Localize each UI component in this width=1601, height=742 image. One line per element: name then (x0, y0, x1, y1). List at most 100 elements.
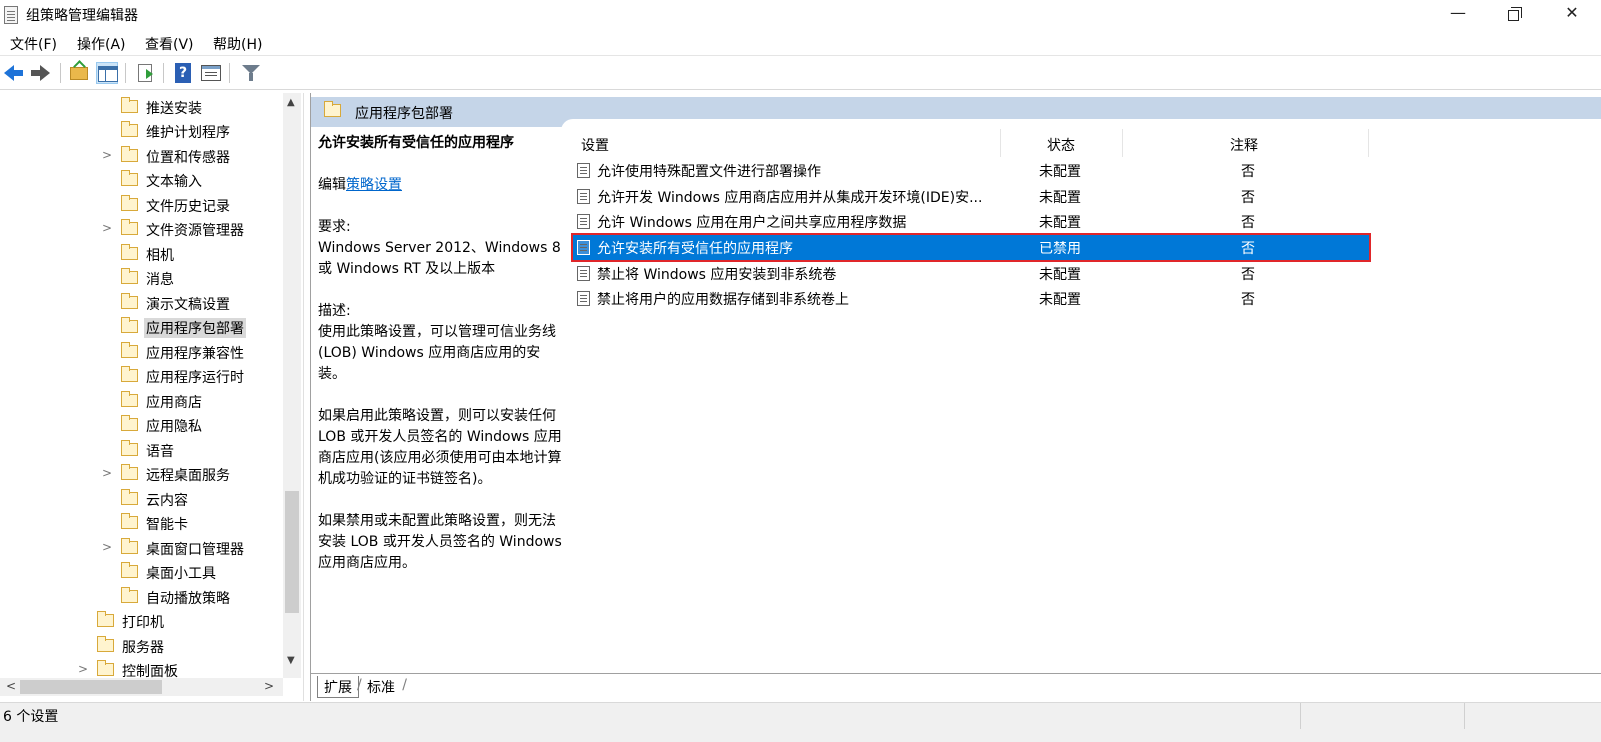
tree-item[interactable]: 应用商店 (100, 389, 303, 413)
tree-item[interactable]: 演示文稿设置 (100, 291, 303, 315)
edit-policy-link[interactable]: 策略设置 (346, 177, 402, 193)
help-button[interactable]: ? (172, 62, 194, 84)
tree-item[interactable]: 应用程序兼容性 (100, 340, 303, 364)
column-divider[interactable] (1368, 129, 1369, 157)
policy-row[interactable]: 允许使用特殊配置文件进行部署操作 未配置 否 (573, 158, 1369, 183)
policy-name: 允许开发 Windows 应用商店应用并从集成开发环境(IDE)安... (597, 190, 983, 206)
folder-icon (121, 121, 138, 137)
tab-standard[interactable]: 标准 (357, 676, 407, 698)
column-header-setting[interactable]: 设置 (581, 135, 609, 155)
toolbar: ? (0, 57, 1601, 90)
maximize-button[interactable] (1490, 0, 1536, 30)
menu-file[interactable]: 文件(F) (10, 34, 57, 54)
column-divider[interactable] (1122, 129, 1123, 157)
column-header-comment[interactable]: 注释 (1230, 135, 1258, 155)
scroll-thumb[interactable] (285, 491, 299, 613)
forward-button[interactable] (30, 62, 52, 84)
tree-item[interactable]: > 远程桌面服务 (100, 462, 303, 486)
tree-item[interactable]: 应用隐私 (100, 413, 303, 437)
tree-item[interactable]: 打印机 (76, 609, 296, 633)
title-bar: 组策略管理编辑器 — ✕ (0, 0, 1601, 30)
folder-icon (97, 660, 114, 676)
menu-action[interactable]: 操作(A) (77, 34, 126, 54)
tree-item-label: 云内容 (146, 493, 188, 509)
tree-item-selected[interactable]: 应用程序包部署 (100, 315, 303, 339)
tree-horizontal-scrollbar[interactable]: < > (0, 678, 283, 696)
folder-icon (121, 195, 138, 211)
tree-item[interactable]: 文件历史记录 (100, 193, 303, 217)
tree-item[interactable]: 桌面小工具 (100, 560, 303, 584)
policy-state: 已禁用 (1039, 241, 1081, 257)
tree-item[interactable]: 文本输入 (100, 168, 303, 192)
up-one-level-button[interactable] (68, 62, 90, 84)
extended-description: 允许安装所有受信任的应用程序 编辑策略设置 要求: Windows Server… (318, 133, 568, 574)
details-pane: 应用程序包部署 允许安装所有受信任的应用程序 编辑策略设置 要求: Window… (310, 93, 1601, 701)
tree-item[interactable]: 自动播放策略 (100, 585, 303, 609)
export-list-button[interactable] (135, 62, 157, 84)
policy-name: 禁止将 Windows 应用安装到非系统卷 (597, 267, 837, 283)
tree-vertical-scrollbar[interactable]: ▲ ▼ (283, 93, 301, 678)
description-paragraph: 如果启用此策略设置，则可以安装任何 LOB 或开发人员签名的 Windows 应… (318, 408, 562, 487)
tree-item[interactable]: 相机 (100, 242, 303, 266)
column-divider[interactable] (1000, 129, 1001, 157)
folder-icon (121, 244, 138, 260)
policy-comment: 否 (1241, 215, 1255, 231)
folder-icon (121, 415, 138, 431)
tree-item-label: 语音 (146, 444, 174, 460)
tree-item[interactable]: > 桌面窗口管理器 (100, 536, 303, 560)
expand-chevron-icon[interactable]: > (102, 540, 112, 554)
folder-icon (121, 342, 138, 358)
expand-chevron-icon[interactable]: > (102, 221, 112, 235)
scroll-left-icon[interactable]: < (6, 679, 16, 693)
folder-icon (97, 636, 114, 652)
folder-icon (121, 219, 138, 235)
tree-item[interactable]: 推送安装 (100, 95, 303, 119)
policy-name: 允许安装所有受信任的应用程序 (597, 241, 793, 257)
tree-item[interactable]: 消息 (100, 266, 303, 290)
minimize-button[interactable]: — (1435, 0, 1481, 30)
pane-header-title: 应用程序包部署 (355, 106, 453, 122)
scroll-up-icon[interactable]: ▲ (287, 97, 295, 108)
tree-item-label: 应用程序运行时 (146, 370, 244, 386)
show-hide-tree-button[interactable] (96, 62, 118, 84)
tree-item-label: 智能卡 (146, 517, 188, 533)
forward-arrow-icon (31, 65, 50, 81)
policy-row[interactable]: 禁止将用户的应用数据存储到非系统卷上 未配置 否 (573, 286, 1369, 311)
menu-view[interactable]: 查看(V) (145, 34, 194, 54)
policy-row[interactable]: 允许 Windows 应用在用户之间共享应用程序数据 未配置 否 (573, 209, 1369, 234)
policy-setting-icon (577, 291, 590, 306)
properties-button[interactable] (200, 62, 222, 84)
policy-comment: 否 (1241, 164, 1255, 180)
tree-item[interactable]: 服务器 (76, 634, 296, 658)
tree-item[interactable]: 语音 (100, 438, 303, 462)
scroll-thumb[interactable] (20, 680, 162, 694)
tree-item-label: 远程桌面服务 (146, 468, 230, 484)
tree-item[interactable]: 云内容 (100, 487, 303, 511)
tree-item[interactable]: > 文件资源管理器 (100, 217, 303, 241)
policy-state: 未配置 (1039, 215, 1081, 231)
tree-item-label: 服务器 (122, 640, 164, 656)
restore-icon (1507, 7, 1522, 21)
tree-item[interactable]: > 位置和传感器 (100, 144, 303, 168)
policy-row[interactable]: 禁止将 Windows 应用安装到非系统卷 未配置 否 (573, 261, 1369, 286)
back-button[interactable] (4, 62, 26, 84)
policy-name: 允许使用特殊配置文件进行部署操作 (597, 164, 821, 180)
policy-comment: 否 (1241, 241, 1255, 257)
tree-item[interactable]: 智能卡 (100, 511, 303, 535)
tree-item[interactable]: 维护计划程序 (100, 119, 303, 143)
expand-chevron-icon[interactable]: > (102, 466, 112, 480)
folder-icon (121, 366, 138, 382)
column-header-state[interactable]: 状态 (1047, 135, 1075, 155)
pane-header: 应用程序包部署 (311, 97, 1601, 131)
expand-chevron-icon[interactable]: > (102, 148, 112, 162)
scroll-right-icon[interactable]: > (264, 679, 274, 693)
policy-row[interactable]: 允许开发 Windows 应用商店应用并从集成开发环境(IDE)安... 未配置… (573, 184, 1369, 209)
menu-help[interactable]: 帮助(H) (213, 34, 262, 54)
filter-button[interactable] (240, 62, 262, 84)
policy-row-selected[interactable]: 允许安装所有受信任的应用程序 已禁用 否 (571, 233, 1371, 262)
tree-item[interactable]: 应用程序运行时 (100, 364, 303, 388)
scroll-down-icon[interactable]: ▼ (287, 655, 295, 666)
tab-extended[interactable]: 扩展 (317, 676, 359, 698)
close-button[interactable]: ✕ (1549, 0, 1595, 30)
expand-chevron-icon[interactable]: > (78, 662, 88, 676)
